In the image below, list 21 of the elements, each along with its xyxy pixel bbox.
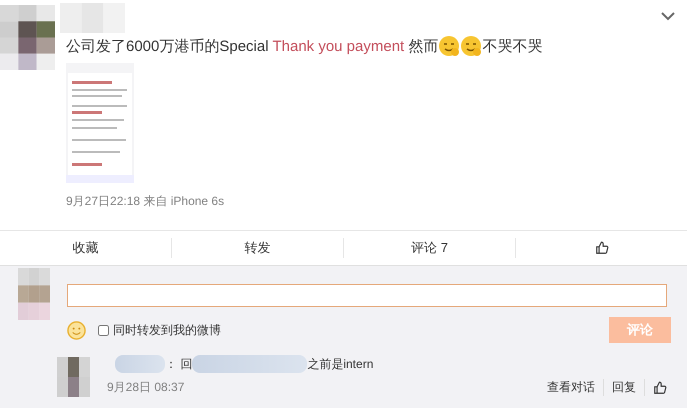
action-link[interactable]: 转发 bbox=[244, 239, 270, 257]
comment-field[interactable] bbox=[67, 284, 667, 307]
blurred-name bbox=[115, 355, 165, 373]
thumbs-up-icon[interactable] bbox=[594, 241, 608, 255]
post-text: 不哭不哭 bbox=[482, 36, 542, 56]
thumbs-up-icon[interactable] bbox=[653, 380, 667, 394]
action-link[interactable]: 收藏 bbox=[72, 239, 98, 257]
chevron-down-icon[interactable] bbox=[661, 12, 675, 21]
emoji-icon bbox=[438, 35, 460, 57]
reply-text: ： 回 bbox=[165, 356, 192, 372]
repost-checkbox[interactable] bbox=[98, 324, 109, 336]
post-text: 公司发了6000万港币的Special Thank you payment 然而 bbox=[66, 36, 438, 56]
comment-text: 之前是intern bbox=[307, 356, 374, 372]
smiley-icon[interactable] bbox=[67, 320, 86, 340]
post-time: 9月27日22:18 来自 iPhone 6s bbox=[66, 193, 226, 210]
emoji-icon bbox=[460, 35, 482, 57]
comment-action-link[interactable]: 回复 bbox=[612, 379, 645, 396]
comment-action-link[interactable]: 查看对话 bbox=[547, 379, 604, 396]
repost-label: 同时转发到我的微博 bbox=[113, 322, 221, 338]
action-link[interactable]: 评论 7 bbox=[411, 239, 448, 257]
comment-time: 9月28日 08:37 bbox=[107, 379, 184, 396]
